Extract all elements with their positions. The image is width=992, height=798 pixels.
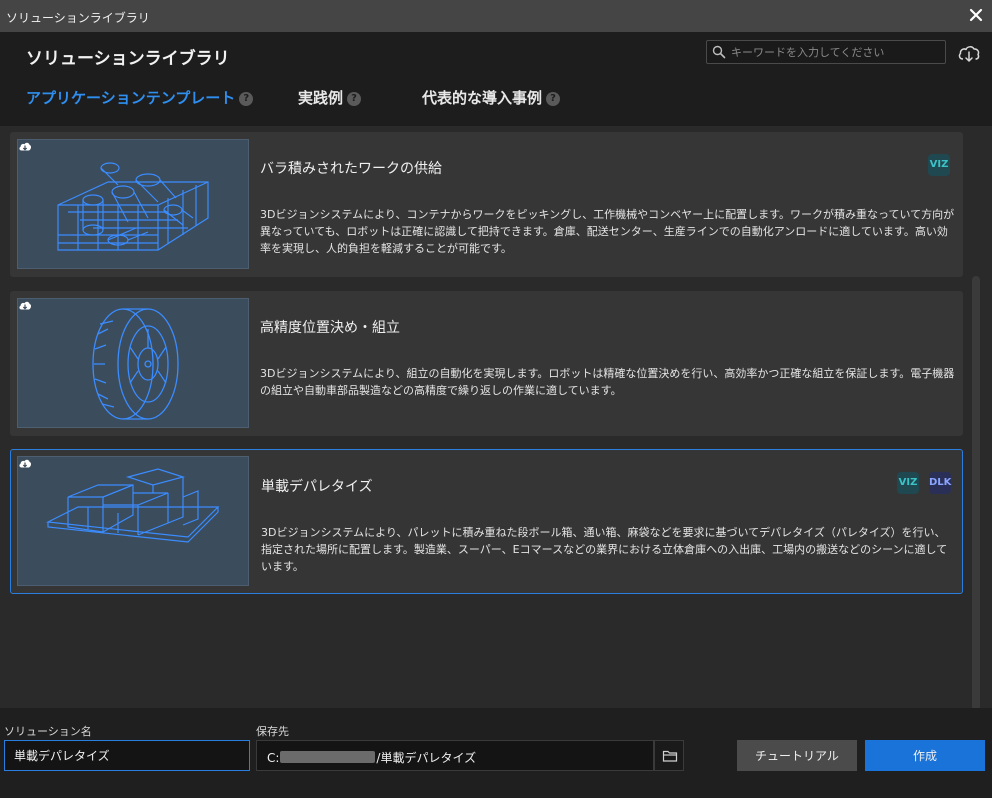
solution-card-selected[interactable]: 単載デパレタイズ VIZ DLK 3Dビジョンシステムにより、パレットに積み重ね… — [10, 449, 963, 594]
help-icon[interactable]: ? — [239, 92, 254, 106]
dlk-badge: DLK — [929, 472, 951, 494]
pallet-boxes-illustration — [45, 468, 220, 543]
solution-title: 単載デパレタイズ — [261, 479, 373, 495]
tab-label: 実践例 — [298, 89, 344, 107]
solution-card[interactable]: バラ積みされたワークの供給 VIZ 3Dビジョンシステムにより、コンテナからワー… — [10, 132, 963, 277]
tab-case-studies[interactable]: 代表的な導入事例? — [422, 87, 561, 108]
close-icon[interactable] — [966, 5, 986, 25]
bin-picking-thumbnail — [17, 139, 249, 269]
download-icon[interactable] — [18, 140, 32, 154]
solution-card[interactable]: 高精度位置決め・組立 3Dビジョンシステムにより、組立の自動化を実現します。ロボ… — [10, 291, 963, 436]
solution-description: 3Dビジョンシステムにより、パレットに積み重ねた段ボール箱、通い箱、麻袋などを要… — [261, 526, 948, 573]
viz-badge: VIZ — [928, 154, 950, 176]
path-suffix: /単載デパレタイズ — [376, 751, 477, 765]
create-button[interactable]: 作成 — [865, 740, 985, 771]
viz-badge: VIZ — [897, 472, 919, 494]
tutorial-button[interactable]: チュートリアル — [737, 740, 857, 771]
assembly-thumbnail — [17, 298, 249, 428]
solution-name-input[interactable] — [4, 740, 250, 771]
help-icon[interactable]: ? — [347, 92, 362, 106]
search-input[interactable] — [731, 43, 941, 61]
solution-description: 3Dビジョンシステムにより、コンテナからワークをピッキングし、工作機械やコンベヤ… — [260, 208, 955, 255]
footer-panel: ソリューション名 保存先 C: /単載デパレタイズ チュートリアル 作成 — [0, 708, 992, 798]
search-box[interactable] — [706, 40, 946, 64]
tire-illustration — [92, 308, 179, 420]
tab-application-templates[interactable]: アプリケーションテンプレート? — [26, 87, 254, 108]
download-icon[interactable] — [18, 457, 32, 471]
solution-title: バラ積みされたワークの供給 — [260, 161, 442, 177]
path-prefix: C: — [267, 751, 280, 765]
cloud-download-icon[interactable] — [956, 40, 982, 66]
title-bar: ソリューションライブラリ — [0, 0, 992, 32]
save-path-field[interactable]: C: /単載デパレタイズ — [256, 740, 654, 771]
folder-icon — [662, 750, 678, 762]
solution-list[interactable]: バラ積みされたワークの供給 VIZ 3Dビジョンシステムにより、コンテナからワー… — [0, 126, 992, 798]
tab-practice-examples[interactable]: 実践例? — [298, 87, 362, 108]
solution-title: 高精度位置決め・組立 — [260, 320, 400, 336]
help-icon[interactable]: ? — [546, 92, 561, 106]
solution-name-label: ソリューション名 — [4, 725, 92, 738]
tab-label: アプリケーションテンプレート — [26, 89, 236, 107]
tab-label: 代表的な導入事例 — [422, 89, 543, 107]
browse-folder-button[interactable] — [654, 740, 684, 771]
bin-wireframe-illustration — [57, 162, 209, 251]
download-icon[interactable] — [18, 299, 32, 313]
solution-description: 3Dビジョンシステムにより、組立の自動化を実現します。ロボットは精確な位置決めを… — [260, 367, 955, 397]
library-header: ソリューションライブラリ アプリケーションテンプレート? 実践例? 代表的な導入… — [0, 32, 992, 126]
redacted-path — [280, 751, 376, 763]
page-title: ソリューションライブラリ — [26, 49, 230, 69]
save-location-label: 保存先 — [256, 725, 289, 738]
search-icon — [712, 45, 726, 59]
window-title: ソリューションライブラリ — [6, 11, 150, 25]
depalletizing-thumbnail — [17, 456, 249, 586]
